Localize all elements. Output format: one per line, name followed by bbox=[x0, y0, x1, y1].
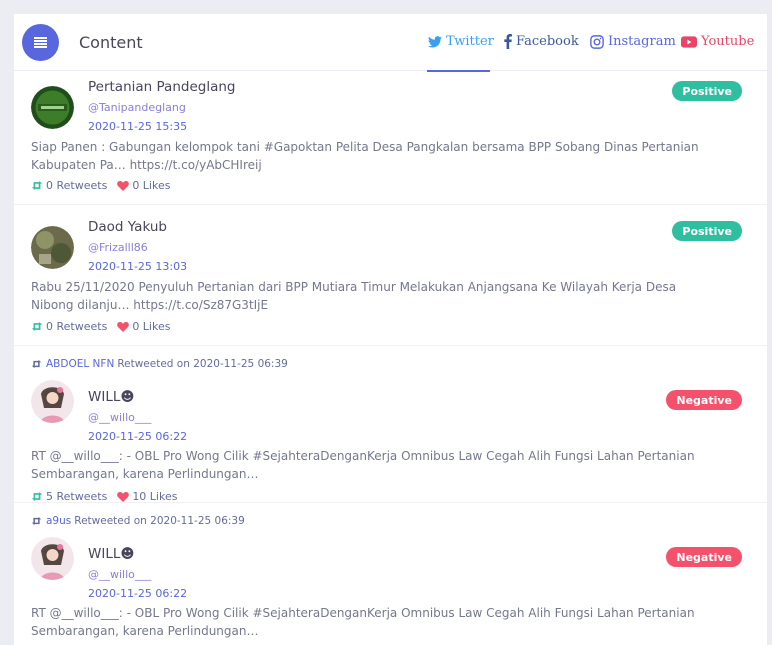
author-handle[interactable]: @Frizalll86 bbox=[88, 241, 148, 254]
like-label: 0 Likes bbox=[132, 179, 171, 192]
retweet-label: 0 Retweets bbox=[46, 320, 108, 333]
avatar[interactable] bbox=[31, 537, 74, 580]
retweet-attribution: ABDOEL NFN Retweeted on 2020-11-25 06:39 bbox=[31, 358, 288, 370]
tab-twitter[interactable]: Twitter bbox=[428, 34, 494, 49]
avatar[interactable] bbox=[31, 226, 74, 269]
post-text: Rabu 25/11/2020 Penyuluh Pertanian dari … bbox=[31, 280, 677, 312]
card-header: Content Twitter Facebook Instagram Youtu… bbox=[14, 14, 767, 72]
tab-facebook[interactable]: Facebook bbox=[504, 34, 579, 49]
retweet-icon bbox=[31, 181, 43, 190]
tab-facebook-label: Facebook bbox=[516, 34, 579, 49]
post-item: Pertanian Pandeglang @Tanipandeglang 202… bbox=[14, 72, 767, 205]
retweet-count: 5 Retweets bbox=[31, 490, 107, 503]
post-time[interactable]: 2020-11-25 06:22 bbox=[88, 587, 187, 600]
author-name[interactable]: WILL☻ bbox=[88, 546, 134, 562]
post-text: Siap Panen : Gabungan kelompok tani #Gap… bbox=[31, 140, 699, 172]
instagram-icon bbox=[590, 34, 604, 49]
like-label: 0 Likes bbox=[132, 320, 171, 333]
heart-icon bbox=[117, 181, 130, 191]
retweet-label: 0 Retweets bbox=[46, 179, 108, 192]
page-title: Content bbox=[79, 33, 143, 52]
author-handle[interactable]: @Tanipandeglang bbox=[88, 101, 186, 114]
post-item: ABDOEL NFN Retweeted on 2020-11-25 06:39… bbox=[14, 346, 767, 503]
youtube-icon bbox=[681, 35, 697, 48]
retweet-icon bbox=[31, 360, 42, 368]
sentiment-badge: Positive bbox=[672, 221, 742, 241]
post-time[interactable]: 2020-11-25 13:03 bbox=[88, 260, 187, 273]
retweet-count: 0 Retweets bbox=[31, 320, 107, 333]
retweeter-name[interactable]: ABDOEL NFN bbox=[46, 358, 114, 370]
author-name[interactable]: Pertanian Pandeglang bbox=[88, 79, 235, 95]
content-card: Content Twitter Facebook Instagram Youtu… bbox=[14, 14, 767, 645]
retweet-time: Retweeted on 2020-11-25 06:39 bbox=[74, 515, 245, 527]
author-name[interactable]: WILL☻ bbox=[88, 389, 134, 405]
author-handle[interactable]: @__willo___ bbox=[88, 568, 151, 581]
retweeter-name[interactable]: a9us bbox=[46, 515, 71, 527]
tab-twitter-label: Twitter bbox=[446, 34, 494, 49]
post-item: a9us Retweeted on 2020-11-25 06:39 WILL☻… bbox=[14, 503, 767, 645]
sentiment-badge: Negative bbox=[666, 547, 742, 567]
author-handle[interactable]: @__willo___ bbox=[88, 411, 151, 424]
post-text: RT @__willo___: - OBL Pro Wong Cilik #Se… bbox=[31, 449, 695, 481]
author-name[interactable]: Daod Yakub bbox=[88, 219, 167, 235]
post-stats: 5 Retweets 10 Likes bbox=[31, 490, 177, 503]
avatar[interactable] bbox=[31, 380, 74, 423]
like-count: 0 Likes bbox=[117, 179, 170, 192]
retweet-count: 0 Retweets bbox=[31, 179, 107, 192]
post-text: RT @__willo___: - OBL Pro Wong Cilik #Se… bbox=[31, 606, 695, 638]
retweet-time: Retweeted on 2020-11-25 06:39 bbox=[117, 358, 288, 370]
post-stats: 0 Retweets 0 Likes bbox=[31, 320, 170, 333]
tab-youtube[interactable]: Youtube bbox=[681, 34, 754, 49]
avatar[interactable] bbox=[31, 86, 74, 129]
retweet-icon bbox=[31, 492, 43, 501]
heart-icon bbox=[117, 322, 130, 332]
heart-icon bbox=[117, 492, 130, 502]
retweet-label: 5 Retweets bbox=[46, 490, 108, 503]
retweet-icon bbox=[31, 517, 42, 525]
tab-instagram-label: Instagram bbox=[608, 34, 676, 49]
tab-youtube-label: Youtube bbox=[701, 34, 755, 49]
twitter-icon bbox=[428, 35, 442, 48]
like-count: 0 Likes bbox=[117, 320, 170, 333]
sentiment-badge: Negative bbox=[666, 390, 742, 410]
post-stats: 0 Retweets 0 Likes bbox=[31, 179, 170, 192]
menu-icon bbox=[34, 37, 47, 48]
post-item: Daod Yakub @Frizalll86 2020-11-25 13:03 … bbox=[14, 205, 767, 346]
post-time[interactable]: 2020-11-25 06:22 bbox=[88, 430, 187, 443]
sentiment-badge: Positive bbox=[672, 81, 742, 101]
like-count: 10 Likes bbox=[117, 490, 177, 503]
post-time[interactable]: 2020-11-25 15:35 bbox=[88, 120, 187, 133]
tab-instagram[interactable]: Instagram bbox=[590, 34, 676, 49]
like-label: 10 Likes bbox=[132, 490, 178, 503]
retweet-attribution: a9us Retweeted on 2020-11-25 06:39 bbox=[31, 515, 245, 527]
facebook-icon bbox=[504, 34, 512, 49]
retweet-icon bbox=[31, 322, 43, 331]
menu-button[interactable] bbox=[22, 24, 59, 61]
